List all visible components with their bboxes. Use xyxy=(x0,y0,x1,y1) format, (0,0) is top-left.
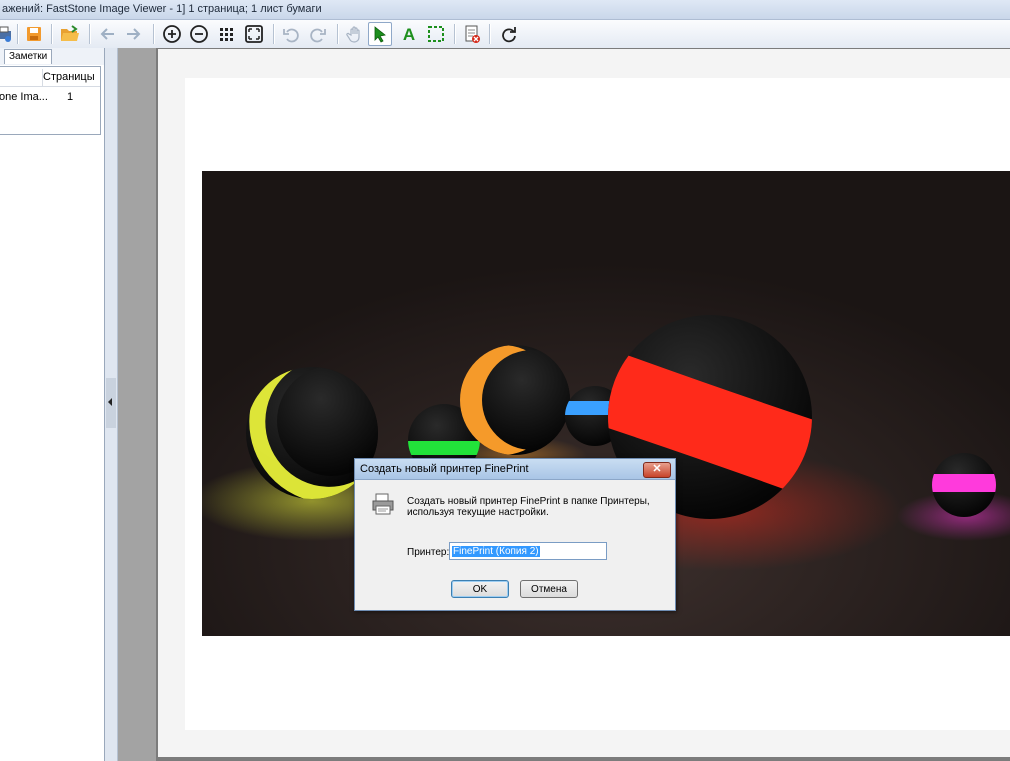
select-arrow-icon[interactable] xyxy=(368,22,392,46)
selection-rect-icon[interactable] xyxy=(424,22,448,46)
zoom-in-icon[interactable] xyxy=(160,22,184,46)
redo-icon[interactable] xyxy=(306,22,330,46)
close-button[interactable]: ✕ xyxy=(643,462,671,478)
list-item-name: one Ima... xyxy=(0,91,48,103)
collapse-arrow-icon[interactable] xyxy=(108,398,112,406)
printer-icon xyxy=(370,492,396,516)
tab-notes[interactable]: Заметки xyxy=(4,49,53,64)
rotate-icon[interactable] xyxy=(497,22,521,46)
title-bar: ажений: FastStone Image Viewer - 1] 1 ст… xyxy=(0,0,1010,20)
list-item-pages: 1 xyxy=(67,91,74,103)
list-item[interactable]: one Ima... 1 xyxy=(0,89,100,105)
cancel-button[interactable]: Отмена xyxy=(520,580,578,598)
grid-icon[interactable] xyxy=(214,22,238,46)
delete-page-icon[interactable] xyxy=(460,22,484,46)
printer-label: Принтер: xyxy=(407,547,450,558)
toolbar-separator xyxy=(89,24,90,44)
toolbar-separator xyxy=(273,24,274,44)
create-printer-dialog: Создать новый принтер FinePrint ✕ Создат… xyxy=(354,458,676,611)
panel-splitter[interactable] xyxy=(105,48,118,761)
save-icon[interactable] xyxy=(22,22,46,46)
toolbar-separator xyxy=(153,24,154,44)
forward-arrow-icon[interactable] xyxy=(121,22,145,46)
fit-icon[interactable] xyxy=(242,22,266,46)
toolbar-separator xyxy=(51,24,52,44)
toolbar-separator xyxy=(17,24,18,44)
printer-name-input[interactable]: FinePrint (Копия 2) xyxy=(449,542,607,560)
toolbar: A xyxy=(0,20,1010,49)
text-tool-icon[interactable]: A xyxy=(397,22,421,46)
undo-icon[interactable] xyxy=(279,22,303,46)
toolbar-separator xyxy=(489,24,490,44)
printer-icon[interactable] xyxy=(0,22,16,46)
list-header: Страницы xyxy=(0,69,100,87)
pages-panel xyxy=(0,48,105,761)
hand-icon[interactable] xyxy=(343,22,367,46)
column-header-pages[interactable]: Страницы xyxy=(42,69,100,86)
dialog-title-bar[interactable]: Создать новый принтер FinePrint ✕ xyxy=(355,459,675,480)
window-title: ажений: FastStone Image Viewer - 1] 1 ст… xyxy=(2,3,322,15)
back-arrow-icon[interactable] xyxy=(96,22,120,46)
dialog-message: Создать новый принтер FinePrint в папке … xyxy=(407,496,650,518)
dialog-title: Создать новый принтер FinePrint xyxy=(360,463,529,475)
zoom-out-icon[interactable] xyxy=(187,22,211,46)
open-folder-icon[interactable] xyxy=(58,22,82,46)
toolbar-separator xyxy=(454,24,455,44)
ok-button[interactable]: OK xyxy=(451,580,509,598)
gray-margin xyxy=(118,48,156,761)
toolbar-separator xyxy=(337,24,338,44)
printer-name-value: FinePrint (Копия 2) xyxy=(452,546,540,557)
pages-list: Страницы one Ima... 1 xyxy=(0,66,101,135)
svg-text:A: A xyxy=(403,25,415,43)
